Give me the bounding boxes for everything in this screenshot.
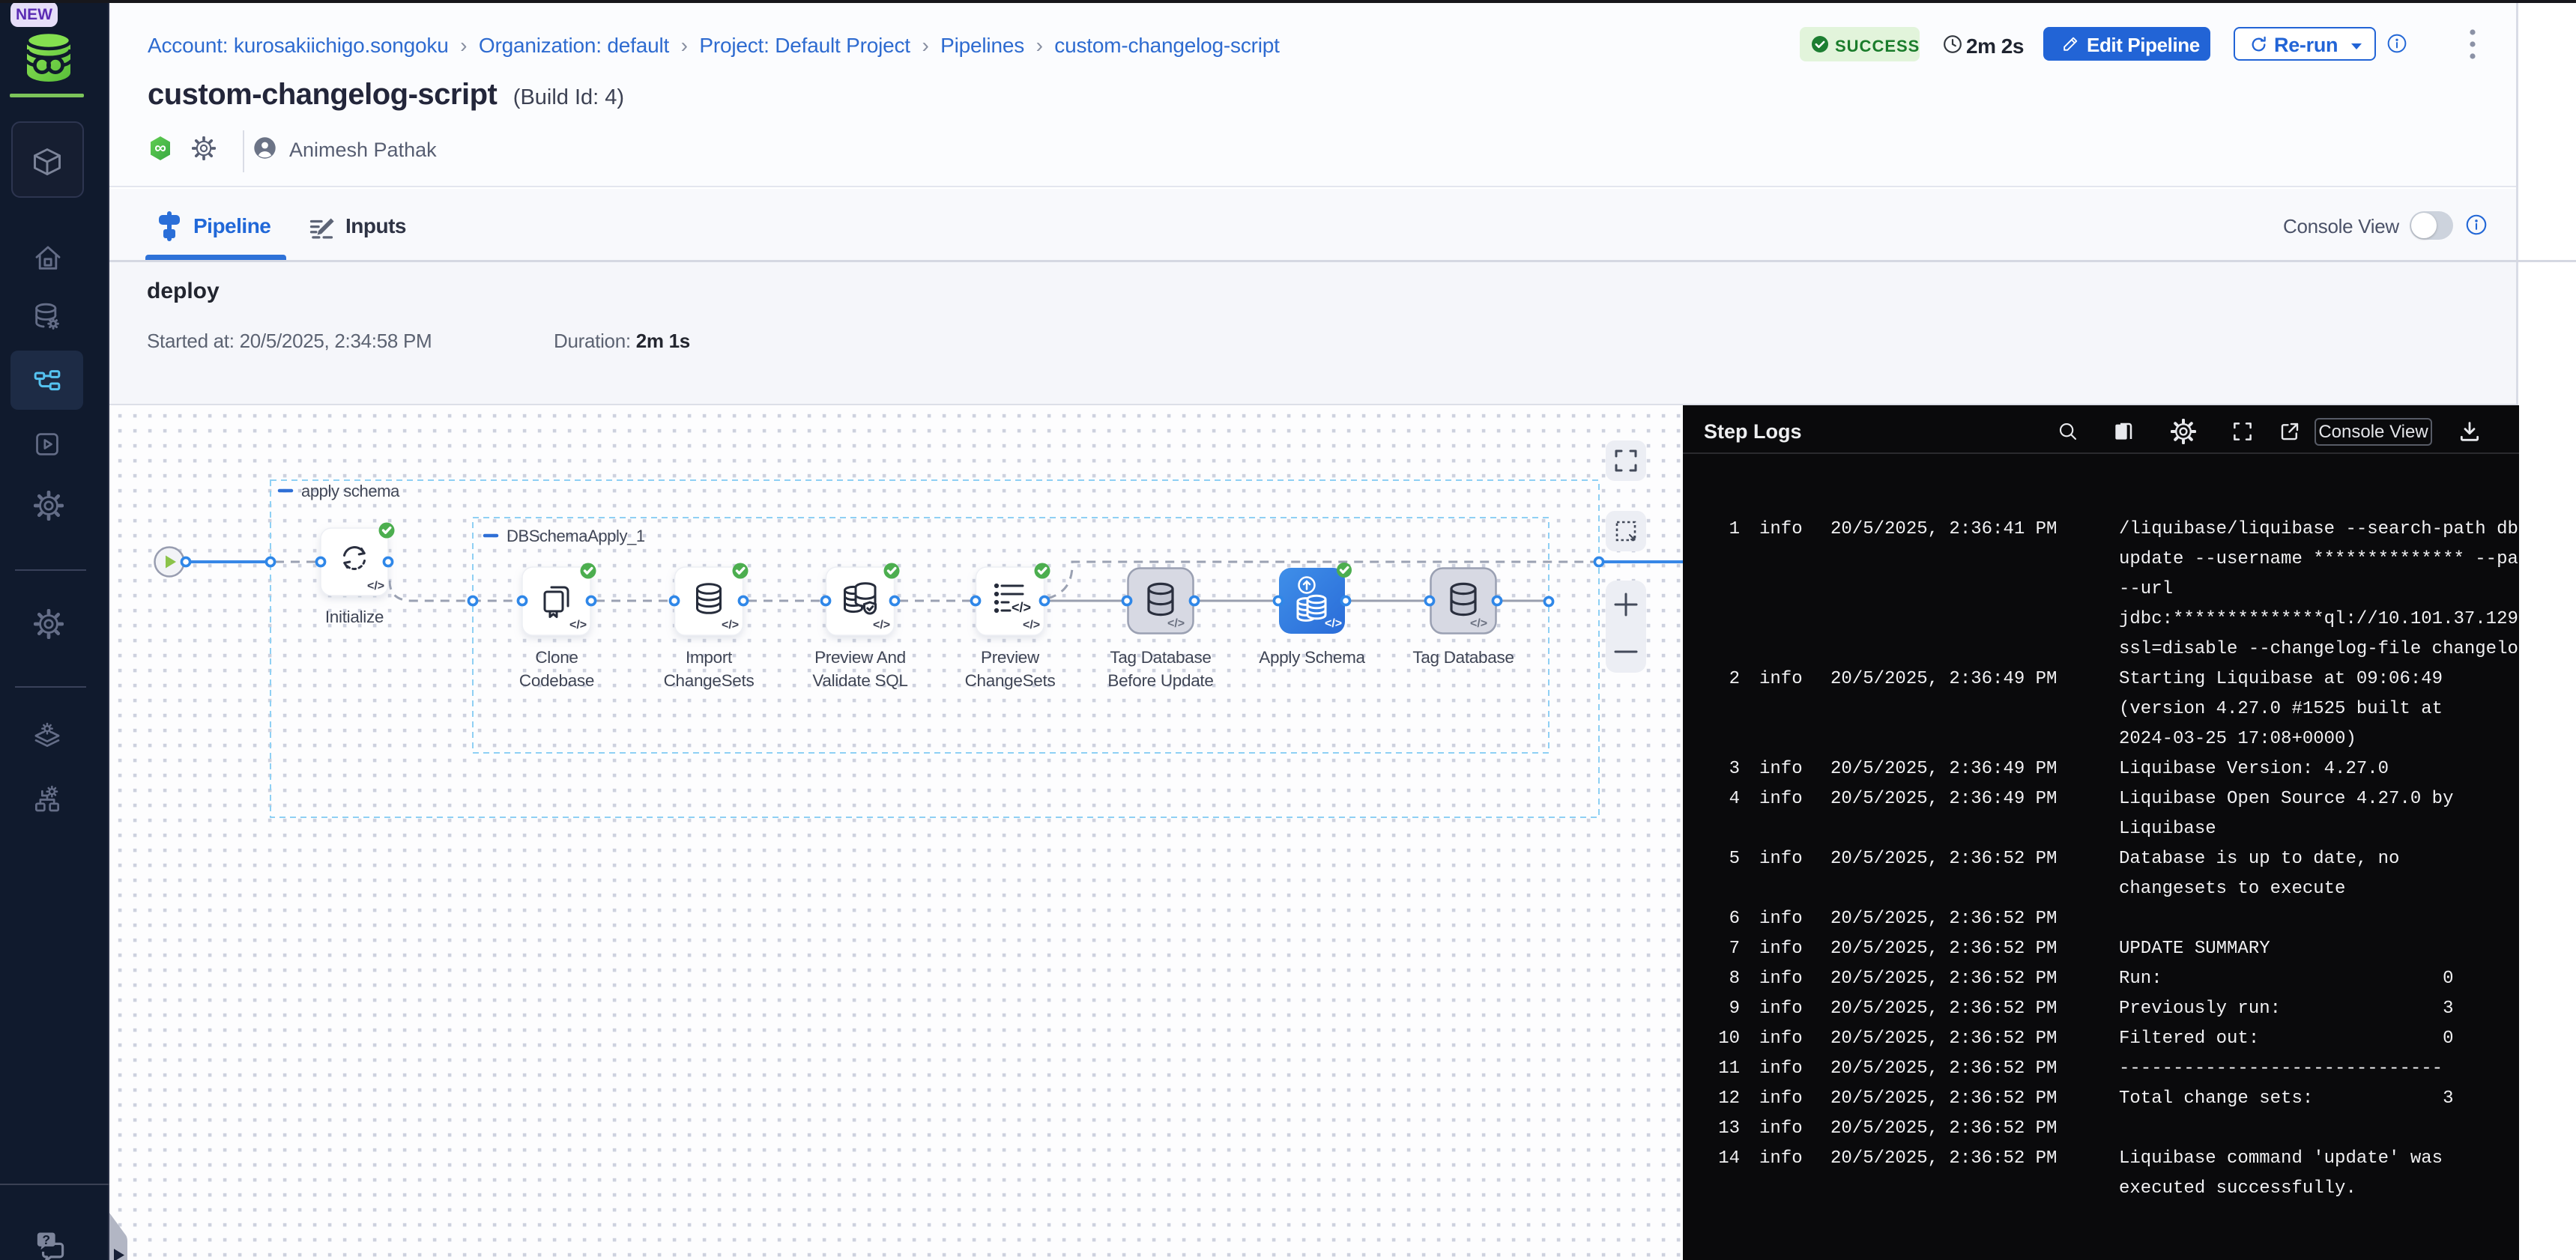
svg-text:</>: </> bbox=[367, 580, 384, 593]
svg-text:</>: </> bbox=[1012, 600, 1031, 615]
svg-text:</>: </> bbox=[1470, 617, 1487, 630]
svg-text:Import: Import bbox=[686, 648, 733, 667]
svg-text:Apply Schema: Apply Schema bbox=[1259, 648, 1365, 667]
svg-text:Tag Database: Tag Database bbox=[1110, 648, 1211, 667]
svg-text:ChangeSets: ChangeSets bbox=[664, 671, 755, 690]
svg-text:</>: </> bbox=[1325, 617, 1342, 630]
svg-text:apply schema: apply schema bbox=[301, 482, 400, 500]
svg-text:?: ? bbox=[42, 1232, 50, 1247]
svg-text:Codebase: Codebase bbox=[519, 671, 594, 690]
svg-text:ChangeSets: ChangeSets bbox=[965, 671, 1056, 690]
svg-text:Preview: Preview bbox=[981, 648, 1040, 667]
svg-text:Preview And: Preview And bbox=[814, 648, 906, 667]
svg-text:DBSchemaApply_1: DBSchemaApply_1 bbox=[507, 527, 645, 545]
svg-text:Clone: Clone bbox=[535, 648, 578, 667]
svg-text:Initialize: Initialize bbox=[325, 608, 384, 626]
svg-text:Before Update: Before Update bbox=[1107, 671, 1213, 690]
svg-text:∞: ∞ bbox=[154, 139, 166, 157]
svg-text:</>: </> bbox=[873, 619, 890, 631]
svg-text:</>: </> bbox=[1167, 617, 1185, 630]
svg-text:Validate SQL: Validate SQL bbox=[812, 671, 907, 690]
svg-text:Tag Database: Tag Database bbox=[1412, 648, 1514, 667]
svg-text:</>: </> bbox=[569, 619, 587, 631]
svg-text:</>: </> bbox=[1023, 619, 1040, 631]
svg-text:</>: </> bbox=[722, 619, 739, 631]
